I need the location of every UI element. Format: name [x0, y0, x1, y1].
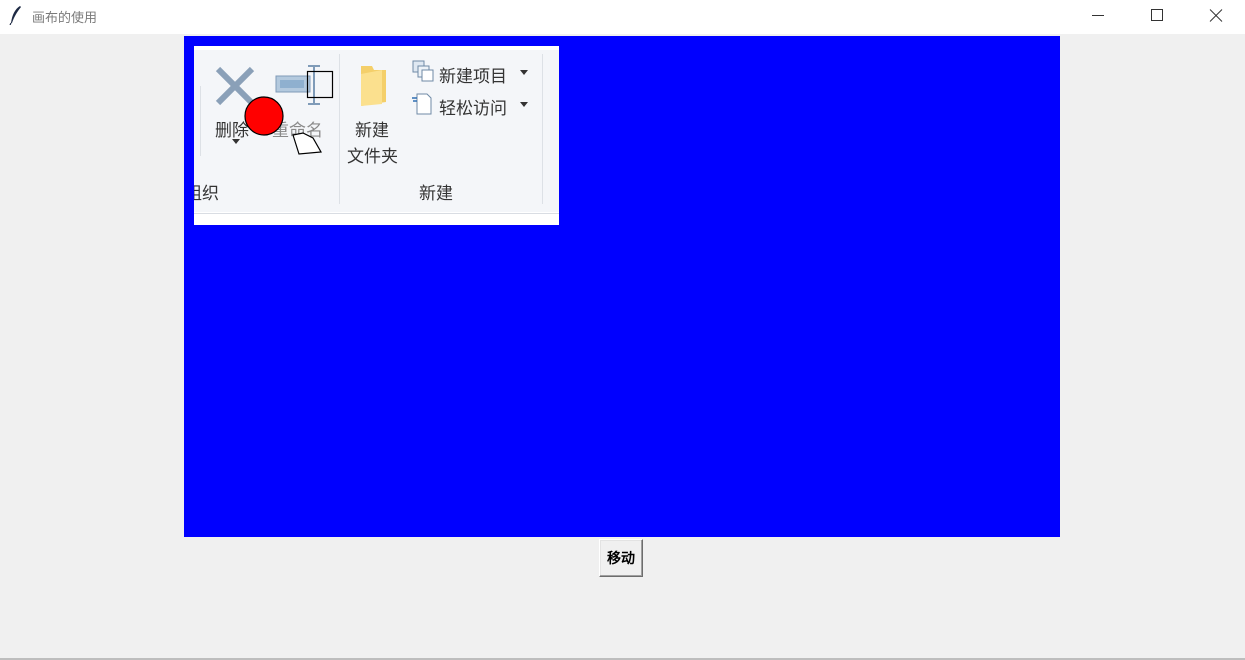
- maximize-icon: [1151, 9, 1163, 21]
- minimize-icon: [1092, 15, 1104, 16]
- new-item-label: 新建项目: [439, 67, 507, 87]
- move-button[interactable]: 移动: [599, 539, 643, 577]
- close-icon: [1209, 9, 1223, 22]
- easy-access-icon: [412, 93, 432, 115]
- new-item-icon: [412, 60, 434, 82]
- feather-icon: [9, 6, 21, 25]
- drawing-canvas[interactable]: 删除 重命名 组织 新建 文件夹 新建项目 轻松访问 新建: [184, 36, 1060, 537]
- easy-access-label: 轻松访问: [439, 99, 507, 119]
- new-folder-label-line2: 文件夹: [347, 147, 398, 167]
- folder-icon: [361, 66, 386, 106]
- close-button[interactable]: [1188, 0, 1245, 32]
- maximize-button[interactable]: [1129, 0, 1187, 32]
- outline-rectangle: [306, 70, 334, 99]
- new-item-caret: [520, 70, 528, 75]
- new-folder-label-line1: 新建: [355, 121, 389, 141]
- minimize-button[interactable]: [1070, 0, 1128, 32]
- organize-group-label: 组织: [194, 184, 219, 204]
- window-title-bar: 画布的使用: [0, 0, 1245, 34]
- easy-access-caret: [520, 102, 528, 107]
- ribbon-separator: [339, 54, 340, 204]
- red-circle: [244, 96, 284, 136]
- window-title: 画布的使用: [32, 11, 98, 26]
- ribbon-separator: [200, 86, 201, 156]
- outline-polygon: [292, 132, 322, 155]
- delete-caret: [232, 139, 240, 144]
- ribbon-separator: [542, 54, 543, 204]
- ribbon-divider: [194, 213, 559, 214]
- new-group-label: 新建: [419, 184, 453, 204]
